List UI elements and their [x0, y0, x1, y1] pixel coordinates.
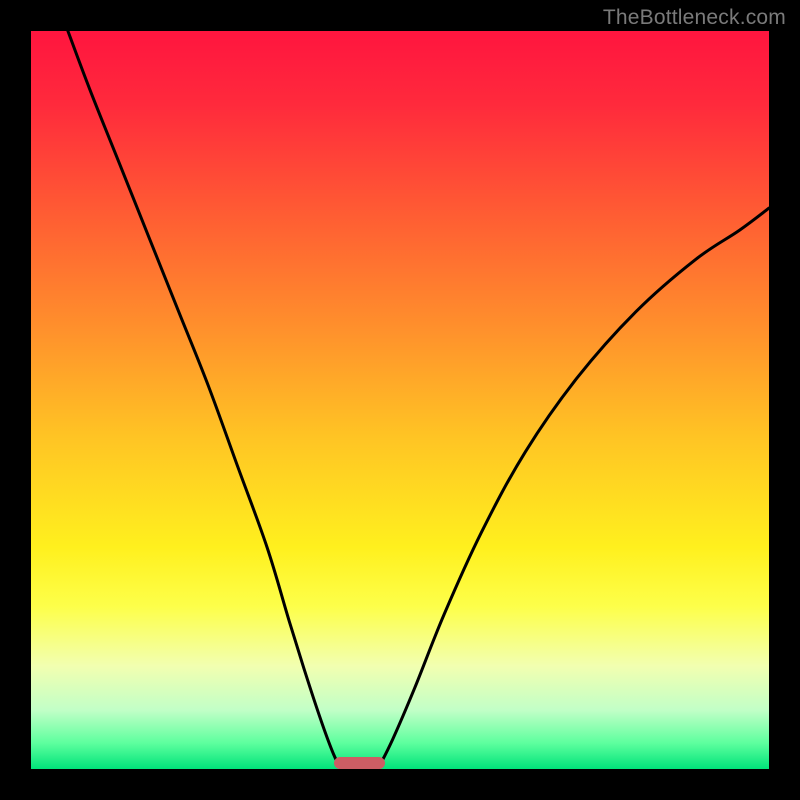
bottleneck-marker [334, 757, 386, 769]
plot-frame [31, 31, 769, 769]
right-curve [378, 208, 769, 769]
watermark-text: TheBottleneck.com [603, 6, 786, 30]
left-curve [68, 31, 341, 769]
curves-layer [31, 31, 769, 769]
